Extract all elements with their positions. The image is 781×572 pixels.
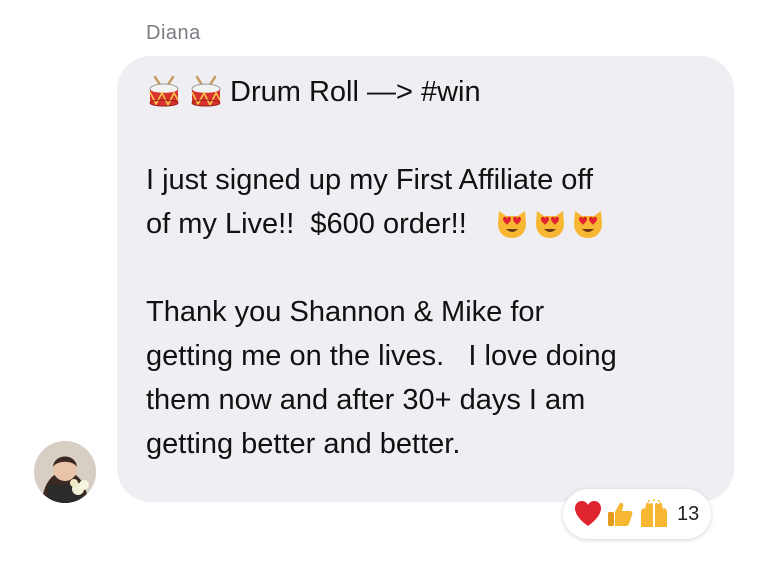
message-line: getting better and better. [146, 422, 716, 466]
message-text-line: Drum Roll —> #win [230, 76, 481, 108]
message-text-line: I just signed up my First Affiliate off [146, 164, 594, 196]
thumbs-up-icon [608, 502, 633, 526]
message-text-line: getting better and better. [146, 428, 461, 460]
drum-icon [191, 75, 221, 107]
message-text-line: Thank you Shannon & Mike for [146, 296, 545, 328]
message-line: of my Live!! $600 order!! [146, 202, 716, 246]
drum-icon [149, 75, 179, 107]
heart-icon [575, 501, 601, 526]
message-text-line: of my Live!! $600 order!! [146, 208, 467, 240]
heart-eyes-cat-icon [497, 211, 526, 238]
message-line: I just signed up my First Affiliate off [146, 158, 716, 202]
heart-eyes-cat-icon [573, 211, 602, 238]
message-text-line: them now and after 30+ days I am [146, 384, 586, 416]
reaction-count: 13 [677, 502, 700, 525]
sender-name: Diana [146, 22, 201, 44]
message-body: Drum Roll —> #win I just signed up my Fi… [146, 70, 716, 466]
reactions-bar[interactable]: 13 [563, 489, 712, 539]
message-line: them now and after 30+ days I am [146, 378, 716, 422]
avatar[interactable] [34, 441, 96, 503]
message-line: Drum Roll —> #win [146, 70, 716, 114]
heart-eyes-cat-icon [535, 211, 564, 238]
raised-hands-icon [641, 499, 667, 527]
message-line: Thank you Shannon & Mike for [146, 290, 716, 334]
message-text-line: getting me on the lives. I love doing [146, 340, 617, 372]
message-line: getting me on the lives. I love doing [146, 334, 716, 378]
emoji-group [495, 207, 605, 241]
